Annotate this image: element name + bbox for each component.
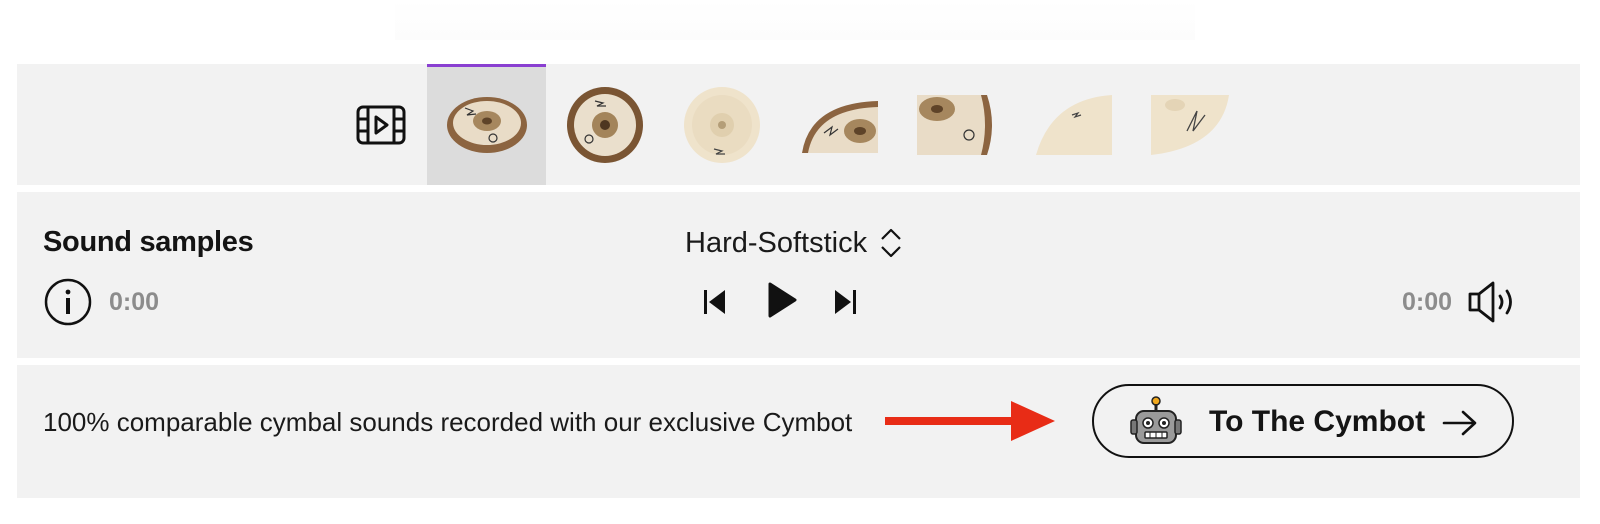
play-icon bbox=[768, 282, 797, 318]
cymbal-image bbox=[446, 96, 527, 153]
gallery-thumbnail-4[interactable] bbox=[780, 64, 899, 185]
video-play-icon bbox=[356, 105, 406, 145]
arrow-right-icon bbox=[1442, 410, 1477, 436]
gallery-thumbnail-7[interactable] bbox=[1131, 64, 1250, 185]
time-total: 0:00 bbox=[1402, 288, 1453, 316]
next-button[interactable] bbox=[833, 286, 857, 318]
gallery-thumbnail-3[interactable] bbox=[662, 64, 781, 185]
cymbal-image bbox=[566, 86, 643, 163]
skip-forward-icon bbox=[835, 290, 856, 314]
skip-back-icon bbox=[704, 290, 725, 314]
play-button[interactable] bbox=[765, 280, 799, 320]
top-fade bbox=[395, 0, 1195, 40]
cymbal-image bbox=[916, 94, 992, 155]
cymbal-image bbox=[1035, 94, 1112, 155]
to-the-cymbot-button[interactable]: To The Cymbot bbox=[1092, 384, 1514, 458]
gallery-thumbnail-1[interactable] bbox=[427, 64, 546, 185]
info-icon[interactable] bbox=[44, 278, 92, 326]
cymbal-image bbox=[801, 100, 878, 153]
sound-player: Sound samples Hard-Softstick 0:00 0:00 bbox=[17, 192, 1580, 358]
gallery-thumbnail-6[interactable] bbox=[1014, 64, 1133, 185]
stick-type-value: Hard-Softstick bbox=[685, 226, 868, 259]
time-current: 0:00 bbox=[109, 288, 160, 316]
video-button[interactable] bbox=[351, 100, 411, 150]
cymbal-image bbox=[683, 86, 760, 163]
gallery-thumbnail-2[interactable] bbox=[545, 64, 664, 185]
gallery-thumbnail-5[interactable] bbox=[897, 64, 1016, 185]
cymbot-promo-text: 100% comparable cymbal sounds recorded w… bbox=[43, 407, 853, 437]
red-arrow-icon bbox=[885, 401, 1055, 441]
previous-button[interactable] bbox=[703, 286, 727, 318]
image-gallery bbox=[17, 64, 1580, 185]
robot-icon bbox=[1130, 396, 1182, 444]
stick-type-select[interactable]: Hard-Softstick bbox=[685, 222, 903, 264]
cymbal-image bbox=[1150, 94, 1229, 155]
chevron-updown-icon bbox=[881, 228, 901, 258]
sound-samples-title: Sound samples bbox=[43, 226, 254, 258]
to-the-cymbot-label: To The Cymbot bbox=[1209, 405, 1426, 438]
cymbot-promo-bar: 100% comparable cymbal sounds recorded w… bbox=[17, 365, 1580, 498]
volume-icon[interactable] bbox=[1467, 280, 1519, 324]
